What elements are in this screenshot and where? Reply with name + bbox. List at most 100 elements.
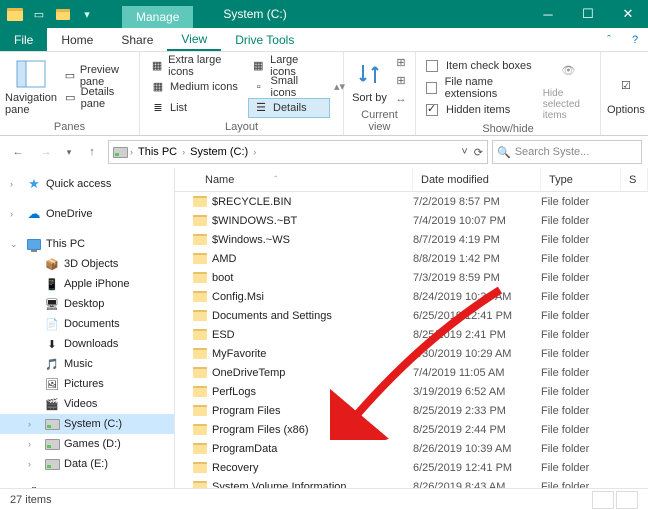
folder-icon [193, 310, 207, 321]
folder-icon [193, 424, 207, 435]
nav-thispc[interactable]: ⌄This PC [0, 234, 174, 254]
up-button[interactable]: ↑ [80, 140, 104, 164]
help-button[interactable]: ? [622, 28, 648, 52]
tab-file[interactable]: File [0, 28, 47, 51]
table-row[interactable]: $WINDOWS.~BT7/4/2019 10:07 PMFile folder [175, 211, 648, 230]
details-view[interactable]: ☰Details [248, 98, 330, 118]
nav-network[interactable]: ⌄🖧Network [0, 484, 174, 488]
breadcrumb[interactable]: › This PC › System (C:) › ˅⟳ [108, 140, 488, 164]
nav-icon: 🖼 [44, 376, 60, 392]
options-button[interactable]: ☑ Options [607, 54, 645, 131]
table-row[interactable]: MyFavorite6/30/2019 10:29 AMFile folder [175, 344, 648, 363]
nav-icon: 🎬 [44, 396, 60, 412]
sort-by-button[interactable]: Sort by [350, 54, 389, 107]
table-row[interactable]: PerfLogs3/19/2019 6:52 AMFile folder [175, 382, 648, 401]
preview-icon: ▭ [64, 68, 76, 84]
search-input[interactable]: 🔍Search Syste... [492, 140, 642, 164]
recent-dropdown[interactable]: ▾ [62, 140, 76, 164]
crumb-systemc[interactable]: System (C:) [187, 146, 251, 158]
column-headers[interactable]: Nameˆ Date modified Type S [175, 168, 648, 192]
nav-onedrive[interactable]: ›☁OneDrive [0, 204, 174, 224]
nav-item-system-c-[interactable]: ›System (C:) [0, 414, 174, 434]
minimize-button[interactable]: ─ [528, 0, 568, 28]
nav-item-documents[interactable]: 📄Documents [0, 314, 174, 334]
qat-properties[interactable]: ▭ [28, 3, 50, 25]
nav-icon: ⬇ [44, 336, 60, 352]
table-row[interactable]: Config.Msi8/24/2019 10:30 AMFile folder [175, 287, 648, 306]
folder-icon [193, 462, 207, 473]
view-details-btn[interactable] [592, 491, 614, 509]
table-row[interactable]: Recovery6/25/2019 12:41 PMFile folder [175, 458, 648, 477]
nav-item-pictures[interactable]: 🖼Pictures [0, 374, 174, 394]
col-modified[interactable]: Date modified [413, 168, 541, 191]
qat-newfolder[interactable] [52, 3, 74, 25]
preview-pane-button[interactable]: ▭Preview pane [60, 66, 133, 86]
medium-icons[interactable]: ▦Medium icons [146, 77, 245, 97]
forward-button[interactable]: → [34, 140, 58, 164]
crumb-thispc[interactable]: This PC [135, 146, 180, 158]
table-row[interactable]: ProgramData8/26/2019 10:39 AMFile folder [175, 439, 648, 458]
extra-large-icons[interactable]: ▦Extra large icons [146, 56, 244, 76]
table-row[interactable]: AMD8/8/2019 1:42 PMFile folder [175, 249, 648, 268]
add-columns-icon[interactable]: ⊞ [393, 73, 409, 89]
context-tab-manage[interactable]: Manage [122, 6, 193, 28]
table-row[interactable]: ESD8/25/2019 2:41 PMFile folder [175, 325, 648, 344]
back-button[interactable]: ← [6, 140, 30, 164]
filename-ext-toggle[interactable]: File name extensions [422, 78, 539, 98]
table-row[interactable]: Program Files (x86)8/25/2019 2:44 PMFile… [175, 420, 648, 439]
address-bar: ← → ▾ ↑ › This PC › System (C:) › ˅⟳ 🔍Se… [0, 136, 648, 168]
nav-icon [44, 456, 60, 472]
nav-quick-access[interactable]: ›★Quick access [0, 174, 174, 194]
cloud-icon: ☁ [26, 206, 42, 222]
col-size[interactable]: S [621, 168, 648, 191]
tab-drive-tools[interactable]: Drive Tools [221, 28, 308, 51]
nav-item-3d-objects[interactable]: 📦3D Objects [0, 254, 174, 274]
tab-share[interactable]: Share [107, 28, 167, 51]
refresh-button[interactable]: ⟳ [474, 146, 483, 159]
table-row[interactable]: $RECYCLE.BIN7/2/2019 8:57 PMFile folder [175, 192, 648, 211]
sort-icon [354, 58, 386, 90]
size-columns-icon[interactable]: ↔ [393, 91, 409, 107]
nav-tree[interactable]: ›★Quick access ›☁OneDrive ⌄This PC 📦3D O… [0, 168, 175, 488]
nav-item-data-e-[interactable]: ›Data (E:) [0, 454, 174, 474]
ribbon-collapse-button[interactable]: ˆ [596, 28, 622, 52]
navigation-pane-button[interactable]: Navigation pane [6, 54, 56, 119]
table-row[interactable]: boot7/3/2019 8:59 PMFile folder [175, 268, 648, 287]
view-large-btn[interactable] [616, 491, 638, 509]
folder-icon [193, 386, 207, 397]
tab-home[interactable]: Home [47, 28, 107, 51]
small-icons[interactable]: ▫Small icons [247, 77, 330, 97]
qat-customize[interactable]: ▾ [76, 3, 98, 25]
detailspane-icon: ▭ [64, 90, 77, 106]
large-icons[interactable]: ▦Large icons [246, 56, 330, 76]
nav-item-games-d-[interactable]: ›Games (D:) [0, 434, 174, 454]
hide-selected-button[interactable]: 👁 Hide selected items [543, 54, 594, 121]
nav-icon: 📄 [44, 316, 60, 332]
hidden-items-toggle[interactable]: Hidden items [422, 100, 539, 120]
nav-icon [44, 416, 60, 432]
details-pane-button[interactable]: ▭Details pane [60, 88, 133, 108]
maximize-button[interactable]: ☐ [568, 0, 608, 28]
nav-item-videos[interactable]: 🎬Videos [0, 394, 174, 414]
group-by-icon[interactable]: ⊞ [393, 55, 409, 71]
history-dropdown[interactable]: ˅ [461, 146, 467, 159]
item-checkboxes-toggle[interactable]: Item check boxes [422, 56, 539, 76]
table-row[interactable]: System Volume Information8/26/2019 8:43 … [175, 477, 648, 488]
folder-icon [193, 253, 207, 264]
folder-icon [193, 348, 207, 359]
table-row[interactable]: $Windows.~WS8/7/2019 4:19 PMFile folder [175, 230, 648, 249]
file-list[interactable]: $RECYCLE.BIN7/2/2019 8:57 PMFile folder$… [175, 192, 648, 488]
nav-item-desktop[interactable]: 🖥Desktop [0, 294, 174, 314]
tab-view[interactable]: View [167, 28, 221, 51]
close-button[interactable]: ✕ [608, 0, 648, 28]
col-type[interactable]: Type [541, 168, 621, 191]
nav-item-music[interactable]: 🎵Music [0, 354, 174, 374]
table-row[interactable]: Program Files8/25/2019 2:33 PMFile folde… [175, 401, 648, 420]
table-row[interactable]: OneDriveTemp7/4/2019 11:05 AMFile folder [175, 363, 648, 382]
nav-item-apple-iphone[interactable]: 📱Apple iPhone [0, 274, 174, 294]
col-name[interactable]: Nameˆ [175, 168, 413, 191]
nav-item-downloads[interactable]: ⬇Downloads [0, 334, 174, 354]
list-view[interactable]: ≣List [146, 98, 246, 118]
folder-icon [193, 443, 207, 454]
table-row[interactable]: Documents and Settings6/25/2019 12:41 PM… [175, 306, 648, 325]
